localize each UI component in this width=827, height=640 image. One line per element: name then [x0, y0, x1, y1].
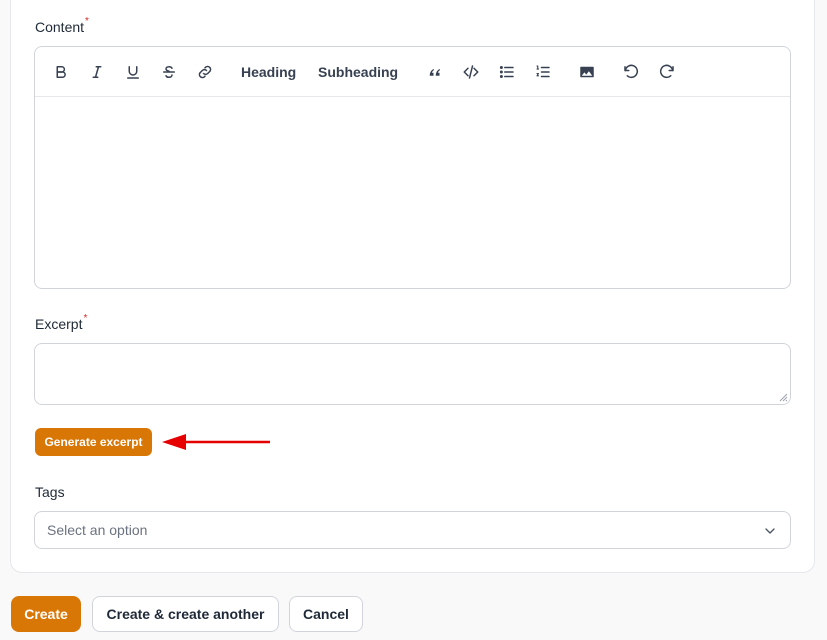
link-button[interactable] [193, 58, 217, 86]
create-another-button[interactable]: Create & create another [92, 596, 279, 632]
strikethrough-button[interactable] [159, 58, 179, 86]
content-label: Content* [35, 16, 89, 35]
quote-icon [429, 69, 441, 76]
code-block-button[interactable] [460, 58, 482, 86]
excerpt-label-text: Excerpt [35, 316, 83, 332]
subheading-button[interactable]: Subheading [318, 58, 398, 86]
annotation-arrow-icon [162, 434, 270, 450]
underline-button[interactable] [123, 58, 143, 86]
resize-handle-icon[interactable] [779, 393, 788, 402]
excerpt-label: Excerpt* [35, 313, 88, 332]
insert-image-button[interactable] [577, 58, 597, 86]
bold-icon [56, 66, 66, 78]
tags-placeholder: Select an option [47, 522, 148, 538]
cancel-button[interactable]: Cancel [289, 596, 363, 632]
bold-button[interactable] [51, 58, 71, 86]
strikethrough-icon [163, 66, 175, 78]
link-icon [198, 65, 212, 79]
italic-icon [92, 66, 102, 78]
heading-button[interactable]: Heading [241, 58, 296, 86]
generate-excerpt-button[interactable]: Generate excerpt [35, 428, 152, 456]
required-mark: * [85, 16, 89, 27]
excerpt-textarea[interactable] [34, 343, 791, 405]
chevron-down-icon [765, 528, 775, 534]
blockquote-button[interactable] [425, 58, 445, 86]
content-label-text: Content [35, 19, 85, 35]
create-button[interactable]: Create [11, 596, 81, 632]
required-mark: * [83, 313, 88, 324]
underline-icon [127, 66, 139, 79]
tags-select[interactable]: Select an option [34, 511, 791, 549]
ordered-list-icon [536, 65, 550, 78]
bullet-list-button[interactable] [497, 58, 517, 86]
undo-button[interactable] [621, 58, 641, 86]
editor-toolbar: Heading Subheading [35, 47, 790, 97]
undo-icon [624, 64, 639, 79]
code-icon [463, 65, 479, 79]
bullet-list-icon [499, 66, 514, 78]
ordered-list-button[interactable] [533, 58, 553, 86]
redo-button[interactable] [657, 58, 677, 86]
italic-button[interactable] [87, 58, 107, 86]
tags-label: Tags [35, 484, 65, 500]
image-icon [580, 66, 594, 78]
content-rich-editor[interactable]: Heading Subheading [34, 46, 791, 289]
redo-icon [659, 64, 674, 79]
